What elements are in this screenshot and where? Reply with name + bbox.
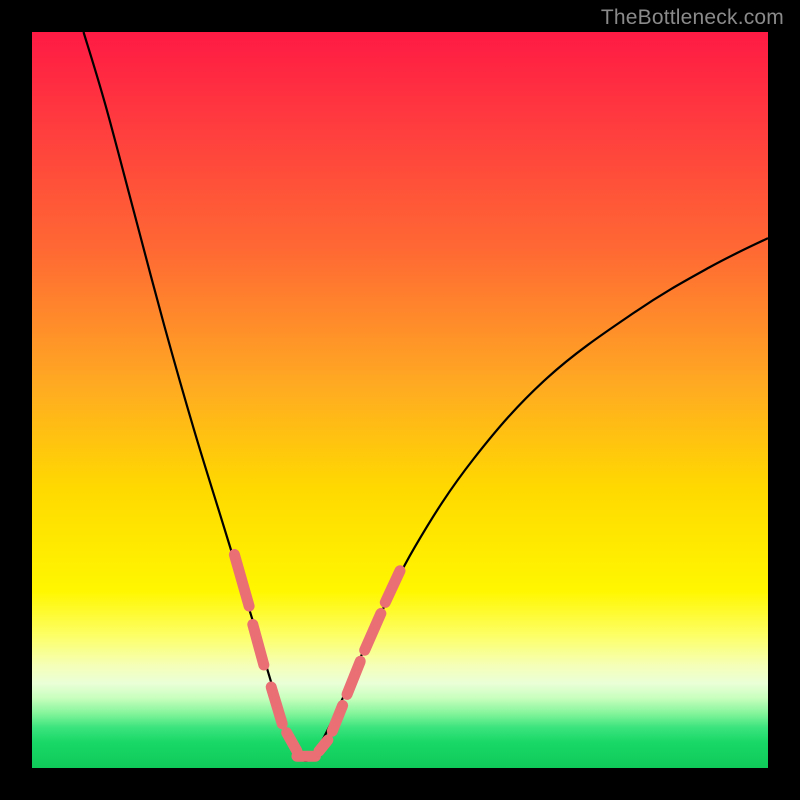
optimal-zone-dash bbox=[287, 733, 297, 751]
watermark-text: TheBottleneck.com bbox=[601, 6, 784, 30]
optimal-zone-dash bbox=[271, 687, 282, 724]
optimal-zone-dash bbox=[347, 661, 360, 694]
bottleneck-curve bbox=[84, 32, 768, 761]
optimal-zone-dash bbox=[385, 571, 400, 603]
optimal-zone-dash bbox=[234, 555, 249, 607]
optimal-zone-dash bbox=[365, 613, 381, 650]
plot-area bbox=[32, 32, 768, 768]
chart-frame: TheBottleneck.com bbox=[0, 0, 800, 800]
optimal-zone-dash bbox=[253, 624, 264, 664]
curve-layer bbox=[32, 32, 768, 768]
optimal-zone-dash bbox=[319, 740, 328, 751]
optimal-zone-dash bbox=[332, 705, 342, 731]
